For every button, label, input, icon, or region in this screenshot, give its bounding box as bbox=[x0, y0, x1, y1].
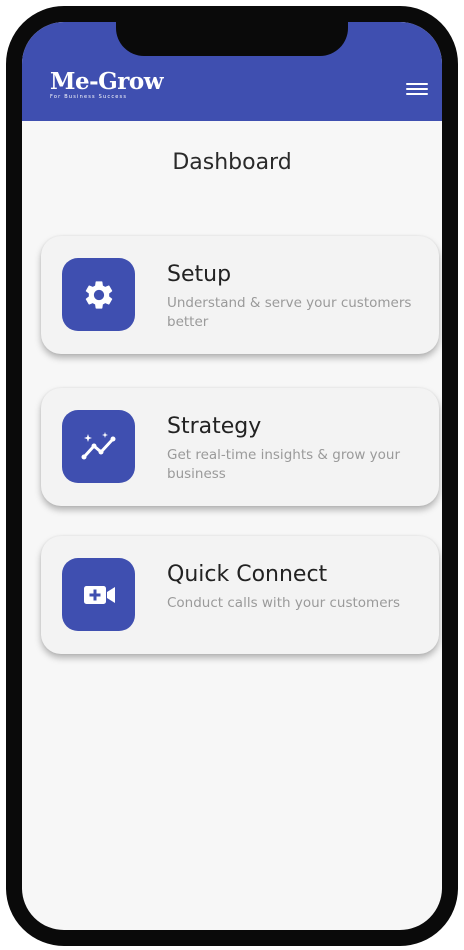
phone-frame: Me-Grow For Business Success Dashboard S… bbox=[6, 6, 458, 946]
setup-card-description: Understand & serve your customers better bbox=[167, 295, 412, 330]
strategy-card-description: Get real-time insights & grow your busin… bbox=[167, 447, 401, 482]
quick-connect-card[interactable]: Quick Connect Conduct calls with your cu… bbox=[41, 536, 439, 654]
brand-logo[interactable]: Me-Grow For Business Success bbox=[50, 68, 164, 101]
video-call-icon bbox=[62, 558, 135, 631]
strategy-card-title: Strategy bbox=[167, 414, 262, 439]
page-title: Dashboard bbox=[172, 150, 292, 175]
strategy-card[interactable]: Strategy Get real-time insights & grow y… bbox=[41, 388, 439, 506]
hamburger-menu-icon[interactable] bbox=[406, 80, 428, 98]
quick-connect-card-title: Quick Connect bbox=[167, 562, 328, 587]
phone-notch bbox=[116, 22, 348, 56]
brand-name: Me-Grow bbox=[50, 68, 164, 95]
quick-connect-card-description: Conduct calls with your customers bbox=[167, 595, 401, 611]
setup-card[interactable]: Setup Understand & serve your customers … bbox=[41, 236, 439, 354]
sparkle-trend-icon bbox=[62, 410, 135, 483]
gear-icon bbox=[62, 258, 135, 331]
setup-card-title: Setup bbox=[167, 262, 232, 287]
app-header: Me-Grow For Business Success bbox=[22, 22, 442, 121]
